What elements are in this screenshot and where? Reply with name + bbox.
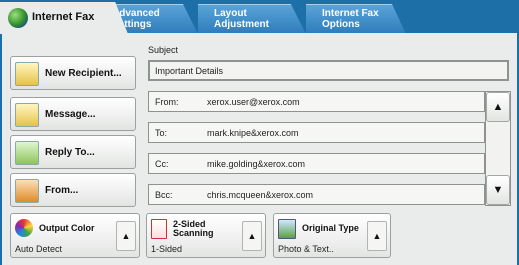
output-color-button[interactable]: Output Color Auto Detect ▲ (10, 213, 140, 258)
cc-field[interactable]: Cc: mike.golding&xerox.com (148, 153, 485, 174)
from-icon (15, 179, 39, 203)
internet-fax-screen: Advanced Settings Layout Adjustment Inte… (0, 0, 519, 265)
original-type-value: Photo & Text.. (278, 244, 334, 254)
cc-field-label: Cc: (155, 159, 169, 169)
globe-icon (8, 8, 28, 28)
two-sided-caret[interactable]: ▲ (242, 221, 262, 251)
to-field[interactable]: To: mark.knipe&xerox.com (148, 122, 485, 143)
from-label: From... (45, 185, 79, 196)
tab-internet-fax-options-line2: Options (322, 19, 360, 30)
scroll-down-button[interactable]: ▼ (486, 175, 510, 205)
two-sided-page-icon (151, 219, 167, 239)
two-sided-title: 2-Sided Scanning (173, 220, 214, 238)
cc-field-value: mike.golding&xerox.com (207, 159, 306, 169)
address-scrollbar[interactable]: ▲ ▼ (485, 91, 511, 206)
tab-internet-fax-label: Internet Fax (32, 11, 95, 23)
subject-label: Subject (148, 45, 179, 55)
tab-bar: Advanced Settings Layout Adjustment Inte… (0, 0, 519, 34)
to-field-label: To: (155, 128, 168, 138)
tab-advanced-settings-line1: Advanced (112, 8, 160, 19)
output-color-caret[interactable]: ▲ (116, 221, 136, 251)
main-panel: New Recipient... Message... Reply To... … (2, 33, 517, 265)
original-type-button[interactable]: Original Type Photo & Text.. ▲ (273, 213, 391, 258)
tab-internet-fax[interactable]: Internet Fax (0, 2, 128, 34)
tab-layout-adjustment-line1: Layout (214, 8, 247, 19)
reply-icon (15, 141, 39, 165)
bcc-field-value: chris.mcqueen&xerox.com (207, 190, 314, 200)
reply-to-label: Reply To... (45, 147, 95, 158)
color-wheel-icon (15, 219, 33, 237)
from-field-label: From: (155, 97, 179, 107)
tab-internet-fax-options[interactable]: Internet Fax Options (306, 4, 406, 34)
reply-to-button[interactable]: Reply To... (10, 135, 136, 169)
subject-field[interactable]: Important Details (148, 60, 509, 81)
two-sided-title-line2: Scanning (173, 228, 214, 238)
tab-internet-fax-options-line1: Internet Fax (322, 8, 379, 19)
message-icon (15, 103, 39, 127)
bcc-field[interactable]: Bcc: chris.mcqueen&xerox.com (148, 184, 485, 205)
tab-layout-adjustment-line2: Adjustment (214, 19, 269, 30)
two-sided-scanning-button[interactable]: 2-Sided Scanning 1-Sided ▲ (146, 213, 266, 258)
original-type-caret[interactable]: ▲ (367, 221, 387, 251)
message-label: Message... (45, 109, 96, 120)
from-field-value: xerox.user@xerox.com (207, 97, 300, 107)
output-color-title: Output Color (39, 223, 95, 233)
new-recipient-button[interactable]: New Recipient... (10, 56, 136, 90)
bcc-field-label: Bcc: (155, 190, 173, 200)
message-button[interactable]: Message... (10, 97, 136, 131)
from-field[interactable]: From: xerox.user@xerox.com (148, 91, 485, 112)
output-color-value: Auto Detect (15, 244, 63, 254)
two-sided-value: 1-Sided (151, 244, 183, 254)
original-type-title: Original Type (302, 223, 359, 233)
new-recipient-label: New Recipient... (45, 68, 122, 79)
photo-icon (278, 219, 296, 239)
envelope-add-icon (15, 62, 39, 86)
tab-layout-adjustment[interactable]: Layout Adjustment (198, 4, 306, 34)
from-button[interactable]: From... (10, 173, 136, 207)
to-field-value: mark.knipe&xerox.com (207, 128, 299, 138)
scroll-up-button[interactable]: ▲ (486, 92, 510, 122)
